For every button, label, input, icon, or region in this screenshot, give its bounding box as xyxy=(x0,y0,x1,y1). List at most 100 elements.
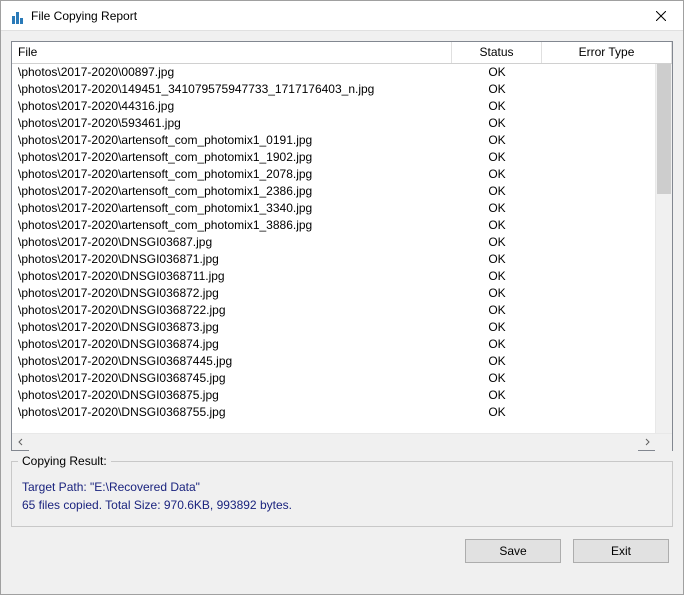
table-row[interactable]: \photos\2017-2020\44316.jpgOK xyxy=(12,98,655,115)
cell-status: OK xyxy=(452,132,542,149)
cell-file: \photos\2017-2020\DNSGI0368745.jpg xyxy=(12,370,452,387)
table-row[interactable]: \photos\2017-2020\DNSGI03687.jpgOK xyxy=(12,234,655,251)
cell-file: \photos\2017-2020\DNSGI036873.jpg xyxy=(12,319,452,336)
cell-error xyxy=(542,251,655,268)
content-area: File Status Error Type \photos\2017-2020… xyxy=(1,31,683,594)
cell-file: \photos\2017-2020\DNSGI03687.jpg xyxy=(12,234,452,251)
vertical-scrollbar[interactable] xyxy=(655,64,672,433)
cell-status: OK xyxy=(452,387,542,404)
cell-status: OK xyxy=(452,81,542,98)
cell-status: OK xyxy=(452,64,542,81)
exit-button[interactable]: Exit xyxy=(573,539,669,563)
cell-status: OK xyxy=(452,98,542,115)
cell-status: OK xyxy=(452,370,542,387)
cell-status: OK xyxy=(452,115,542,132)
cell-status: OK xyxy=(452,404,542,421)
cell-file: \photos\2017-2020\artensoft_com_photomix… xyxy=(12,132,452,149)
table-row[interactable]: \photos\2017-2020\DNSGI036872.jpgOK xyxy=(12,285,655,302)
column-header-file[interactable]: File xyxy=(12,42,452,63)
cell-error xyxy=(542,302,655,319)
table-row[interactable]: \photos\2017-2020\artensoft_com_photomix… xyxy=(12,166,655,183)
hscroll-track[interactable] xyxy=(29,434,638,451)
button-row: Save Exit xyxy=(11,527,673,567)
table-row[interactable]: \photos\2017-2020\artensoft_com_photomix… xyxy=(12,183,655,200)
cell-error xyxy=(542,81,655,98)
cell-status: OK xyxy=(452,353,542,370)
close-button[interactable] xyxy=(638,1,683,31)
scroll-right-arrow-icon[interactable] xyxy=(638,434,655,451)
cell-file: \photos\2017-2020\149451_341079575947733… xyxy=(12,81,452,98)
cell-file: \photos\2017-2020\DNSGI036871.jpg xyxy=(12,251,452,268)
cell-error xyxy=(542,353,655,370)
scroll-left-arrow-icon[interactable] xyxy=(12,434,29,451)
list-header: File Status Error Type xyxy=(12,42,672,64)
scroll-corner xyxy=(655,434,672,451)
cell-file: \photos\2017-2020\artensoft_com_photomix… xyxy=(12,183,452,200)
cell-error xyxy=(542,268,655,285)
cell-status: OK xyxy=(452,336,542,353)
cell-file: \photos\2017-2020\DNSGI036874.jpg xyxy=(12,336,452,353)
cell-error xyxy=(542,336,655,353)
table-row[interactable]: \photos\2017-2020\DNSGI03687445.jpgOK xyxy=(12,353,655,370)
cell-status: OK xyxy=(452,302,542,319)
cell-error xyxy=(542,319,655,336)
table-row[interactable]: \photos\2017-2020\593461.jpgOK xyxy=(12,115,655,132)
cell-status: OK xyxy=(452,251,542,268)
result-target-path: Target Path: "E:\Recovered Data" xyxy=(22,480,662,494)
table-row[interactable]: \photos\2017-2020\DNSGI036873.jpgOK xyxy=(12,319,655,336)
cell-error xyxy=(542,115,655,132)
window: File Copying Report File Status Error Ty… xyxy=(0,0,684,595)
result-legend: Copying Result: xyxy=(18,454,111,468)
list-body[interactable]: \photos\2017-2020\00897.jpgOK\photos\201… xyxy=(12,64,655,433)
column-header-status[interactable]: Status xyxy=(452,42,542,63)
cell-status: OK xyxy=(452,149,542,166)
cell-status: OK xyxy=(452,183,542,200)
table-row[interactable]: \photos\2017-2020\artensoft_com_photomix… xyxy=(12,217,655,234)
cell-status: OK xyxy=(452,166,542,183)
cell-file: \photos\2017-2020\44316.jpg xyxy=(12,98,452,115)
table-row[interactable]: \photos\2017-2020\DNSGI0368722.jpgOK xyxy=(12,302,655,319)
close-icon xyxy=(656,11,666,21)
column-header-error[interactable]: Error Type xyxy=(542,42,672,63)
save-button[interactable]: Save xyxy=(465,539,561,563)
table-row[interactable]: \photos\2017-2020\DNSGI036874.jpgOK xyxy=(12,336,655,353)
table-row[interactable]: \photos\2017-2020\149451_341079575947733… xyxy=(12,81,655,98)
copying-result-group: Copying Result: Target Path: "E:\Recover… xyxy=(11,461,673,527)
cell-error xyxy=(542,149,655,166)
table-row[interactable]: \photos\2017-2020\DNSGI0368711.jpgOK xyxy=(12,268,655,285)
table-row[interactable]: \photos\2017-2020\DNSGI0368755.jpgOK xyxy=(12,404,655,421)
cell-error xyxy=(542,370,655,387)
cell-error xyxy=(542,166,655,183)
window-title: File Copying Report xyxy=(31,9,638,23)
cell-status: OK xyxy=(452,319,542,336)
table-row[interactable]: \photos\2017-2020\artensoft_com_photomix… xyxy=(12,132,655,149)
table-row[interactable]: \photos\2017-2020\DNSGI036871.jpgOK xyxy=(12,251,655,268)
list-body-wrap: \photos\2017-2020\00897.jpgOK\photos\201… xyxy=(12,64,672,433)
app-icon xyxy=(9,8,25,24)
table-row[interactable]: \photos\2017-2020\DNSGI0368745.jpgOK xyxy=(12,370,655,387)
cell-error xyxy=(542,387,655,404)
cell-file: \photos\2017-2020\DNSGI0368722.jpg xyxy=(12,302,452,319)
cell-error xyxy=(542,200,655,217)
table-row[interactable]: \photos\2017-2020\00897.jpgOK xyxy=(12,64,655,81)
horizontal-scrollbar[interactable] xyxy=(12,433,672,450)
cell-error xyxy=(542,234,655,251)
cell-error xyxy=(542,183,655,200)
cell-file: \photos\2017-2020\DNSGI036872.jpg xyxy=(12,285,452,302)
titlebar: File Copying Report xyxy=(1,1,683,31)
result-summary: 65 files copied. Total Size: 970.6KB, 99… xyxy=(22,498,662,512)
cell-error xyxy=(542,64,655,81)
file-list-panel: File Status Error Type \photos\2017-2020… xyxy=(11,41,673,451)
cell-error xyxy=(542,217,655,234)
cell-error xyxy=(542,285,655,302)
table-row[interactable]: \photos\2017-2020\artensoft_com_photomix… xyxy=(12,149,655,166)
cell-file: \photos\2017-2020\00897.jpg xyxy=(12,64,452,81)
cell-file: \photos\2017-2020\DNSGI0368755.jpg xyxy=(12,404,452,421)
scrollbar-thumb[interactable] xyxy=(657,64,671,194)
cell-error xyxy=(542,98,655,115)
table-row[interactable]: \photos\2017-2020\DNSGI036875.jpgOK xyxy=(12,387,655,404)
cell-error xyxy=(542,404,655,421)
table-row[interactable]: \photos\2017-2020\artensoft_com_photomix… xyxy=(12,200,655,217)
cell-file: \photos\2017-2020\DNSGI03687445.jpg xyxy=(12,353,452,370)
cell-status: OK xyxy=(452,285,542,302)
